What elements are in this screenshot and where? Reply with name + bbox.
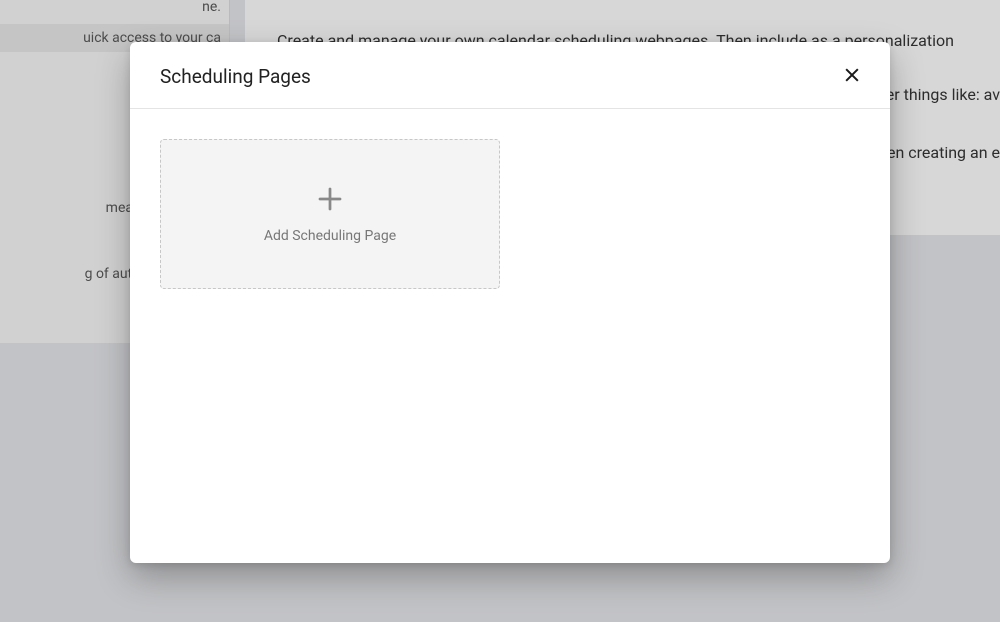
close-button[interactable] (838, 62, 866, 90)
add-scheduling-page-card[interactable]: Add Scheduling Page (160, 139, 500, 289)
modal-title: Scheduling Pages (160, 65, 311, 88)
add-card-label: Add Scheduling Page (264, 228, 396, 244)
scheduling-pages-modal: Scheduling Pages Add Scheduling Page (130, 42, 890, 563)
close-icon (842, 65, 862, 88)
plus-icon (315, 184, 345, 218)
modal-header: Scheduling Pages (130, 42, 890, 109)
modal-body: Add Scheduling Page (130, 109, 890, 563)
